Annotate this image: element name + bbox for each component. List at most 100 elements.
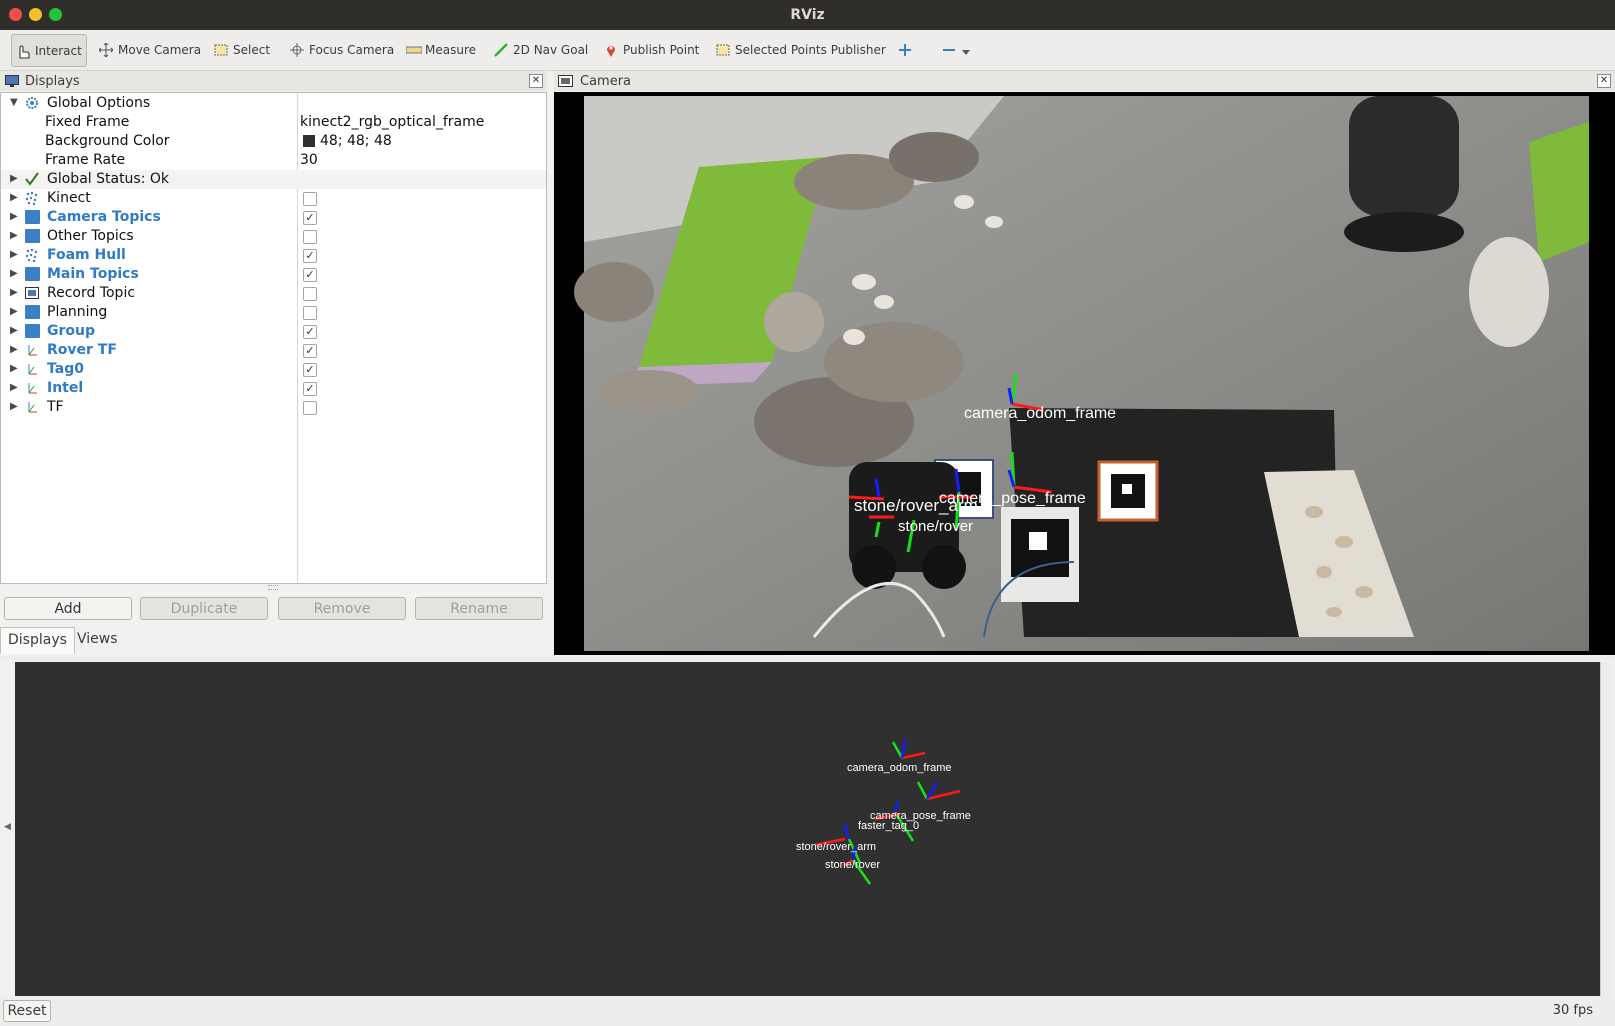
tree-row-planning[interactable]: ▶ Planning (1, 303, 546, 322)
tree-row-tf[interactable]: ▶ TF (1, 398, 546, 417)
expand-arrow-icon[interactable]: ▶ (10, 325, 18, 336)
tree-row-frame-rate[interactable]: Frame Rate 30 (1, 151, 546, 170)
expand-arrow-icon[interactable]: ▶ (10, 401, 18, 412)
display-checkbox[interactable] (303, 287, 317, 301)
remove-display-button[interactable]: Remove (278, 597, 406, 620)
display-checkbox[interactable] (303, 192, 317, 206)
fixed-frame-value[interactable]: kinect2_rgb_optical_frame (300, 114, 484, 130)
map-pin-icon (604, 43, 618, 57)
tree-row-fixed-frame[interactable]: Fixed Frame kinect2_rgb_optical_frame (1, 113, 546, 132)
add-display-button[interactable]: Add (4, 597, 132, 620)
display-label: Rover TF (47, 342, 117, 358)
rover-frame-label-3d: stone/rover (825, 859, 880, 871)
color-swatch[interactable] (303, 135, 315, 147)
expand-arrow-icon[interactable]: ▶ (10, 173, 18, 184)
move-arrows-icon (98, 42, 114, 58)
remove-tool-dropdown[interactable] (942, 38, 976, 62)
display-label: TF (47, 399, 64, 415)
display-checkbox[interactable] (303, 306, 317, 320)
3d-view-scrollbar[interactable] (1600, 662, 1613, 996)
measure-label: Measure (425, 43, 476, 57)
duplicate-display-button[interactable]: Duplicate (140, 597, 268, 620)
tree-row-global-options[interactable]: ▼ Global Options (1, 94, 546, 113)
select-tool-button[interactable]: Select (214, 38, 270, 62)
display-checkbox[interactable] (303, 230, 317, 244)
interact-label: Interact (35, 43, 82, 58)
3d-scene: camera_odom_frame camera_pose_frame fast… (796, 739, 971, 885)
display-checkbox[interactable]: ✓ (303, 249, 317, 263)
monitor-icon (5, 75, 19, 87)
global-status-label: Global Status: Ok (47, 171, 170, 187)
tree-row-tag0[interactable]: ▶ Tag0 ✓ (1, 360, 546, 379)
display-label: Intel (47, 380, 84, 396)
image-icon (25, 286, 40, 300)
expand-arrow-icon[interactable]: ▶ (10, 230, 18, 241)
expand-arrow-icon[interactable]: ▶ (10, 306, 18, 317)
tree-row-other-topics[interactable]: ▶ Other Topics (1, 227, 546, 246)
selected-points-tool-button[interactable]: Selected Points Publisher (716, 38, 886, 62)
expand-arrow-icon[interactable]: ▶ (10, 211, 18, 222)
display-label: Camera Topics (47, 209, 161, 225)
camera-view[interactable]: camera_odom_frame camera_pose_frame ston… (554, 92, 1615, 655)
toolbar: Interact Move Camera Select Focus Camera… (0, 30, 1615, 71)
display-label: Record Topic (47, 285, 136, 301)
gear-icon (25, 96, 40, 110)
expand-arrow-icon[interactable]: ▶ (10, 268, 18, 279)
display-checkbox[interactable]: ✓ (303, 268, 317, 282)
tree-row-global-status[interactable]: ▶ Global Status: Ok (1, 170, 546, 189)
tree-row-foam-hull[interactable]: ▶ Foam Hull ✓ (1, 246, 546, 265)
tree-row-rover-tf[interactable]: ▶ Rover TF ✓ (1, 341, 546, 360)
add-tool-button[interactable] (898, 38, 917, 62)
expand-arrow-icon[interactable]: ▶ (10, 192, 18, 203)
reset-button[interactable]: Reset (3, 1000, 51, 1022)
interact-tool-button[interactable]: Interact (11, 34, 87, 67)
tree-row-record-topic[interactable]: ▶ Record Topic (1, 284, 546, 303)
camera-panel-header: Camera ✕ (554, 71, 1615, 91)
status-bar: Reset 30 fps (0, 996, 1615, 1026)
close-camera-button[interactable]: ✕ (1597, 74, 1611, 88)
tree-row-main-topics[interactable]: ▶ Main Topics ✓ (1, 265, 546, 284)
display-checkbox[interactable]: ✓ (303, 211, 317, 225)
background-color-label: Background Color (45, 133, 170, 149)
display-checkbox[interactable]: ✓ (303, 382, 317, 396)
close-displays-button[interactable]: ✕ (529, 74, 543, 88)
expand-arrow-icon[interactable]: ▶ (10, 363, 18, 374)
tree-row-intel[interactable]: ▶ Intel ✓ (1, 379, 546, 398)
display-checkbox[interactable]: ✓ (303, 344, 317, 358)
display-checkbox[interactable]: ✓ (303, 325, 317, 339)
rename-display-button[interactable]: Rename (415, 597, 543, 620)
tab-displays[interactable]: Displays (0, 627, 75, 654)
tf-axes-icon (25, 343, 40, 357)
tree-row-background-color[interactable]: Background Color 48; 48; 48 (1, 132, 546, 151)
folder-icon (25, 267, 40, 281)
display-checkbox[interactable] (303, 401, 317, 415)
display-label: Tag0 (47, 361, 84, 377)
measure-tool-button[interactable]: Measure (405, 38, 476, 62)
display-label: Kinect (47, 190, 91, 206)
camera-panel-title: Camera (580, 73, 632, 89)
tree-row-group[interactable]: ▶ Group ✓ (1, 322, 546, 341)
frame-rate-value[interactable]: 30 (300, 152, 318, 168)
expand-arrow-icon[interactable]: ▶ (10, 382, 18, 393)
publish-point-tool-button[interactable]: Publish Point (604, 38, 699, 62)
display-checkbox[interactable]: ✓ (303, 363, 317, 377)
folder-icon (25, 324, 40, 338)
splitter-handle[interactable] (268, 585, 278, 590)
focus-camera-tool-button[interactable]: Focus Camera (290, 38, 394, 62)
nav-goal-tool-button[interactable]: 2D Nav Goal (494, 38, 588, 62)
minus-icon (942, 43, 956, 57)
green-arrow-icon (494, 43, 508, 57)
expand-arrow-icon[interactable]: ▼ (10, 97, 18, 108)
3d-view[interactable]: camera_odom_frame camera_pose_frame fast… (15, 662, 1600, 996)
horizontal-splitter[interactable] (0, 656, 1615, 661)
expand-arrow-icon[interactable]: ▶ (10, 287, 18, 298)
expand-arrow-icon[interactable]: ▶ (10, 344, 18, 355)
expand-arrow-icon[interactable]: ▶ (10, 249, 18, 260)
tree-row-kinect[interactable]: ▶ Kinect (1, 189, 546, 208)
collapse-left-icon[interactable]: ◀ (4, 822, 11, 832)
move-camera-tool-button[interactable]: Move Camera (98, 38, 201, 62)
folder-icon (25, 229, 40, 243)
tab-views[interactable]: Views (70, 627, 125, 653)
tree-row-camera-topics[interactable]: ▶ Camera Topics ✓ (1, 208, 546, 227)
background-color-value[interactable]: 48; 48; 48 (320, 133, 392, 149)
